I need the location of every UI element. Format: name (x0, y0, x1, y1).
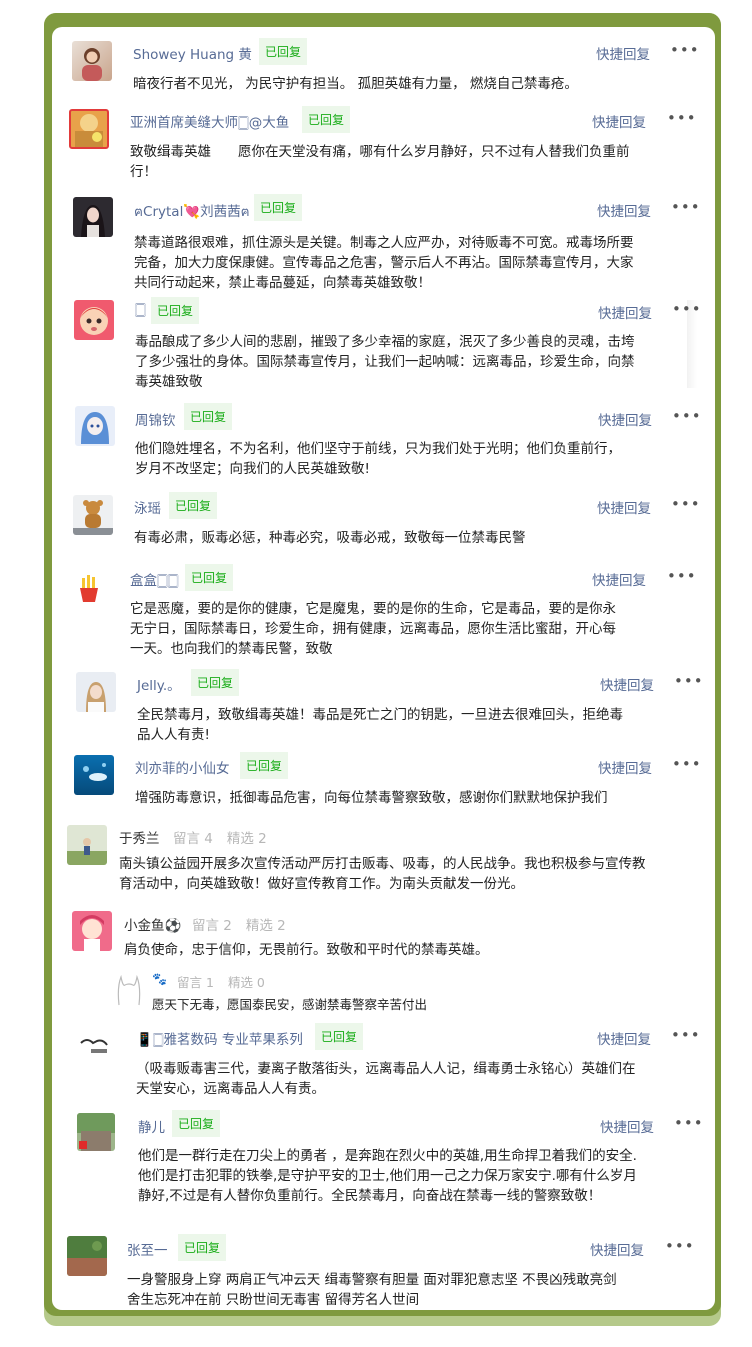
avatar[interactable] (69, 109, 109, 149)
comment-count: 留言 1 (177, 975, 214, 990)
commenter-name[interactable]: 📱🀆雅茗数码 专业苹果系列 (136, 1028, 303, 1048)
commenter-name[interactable]: 亚洲首席美缝大师🀆@大鱼 (130, 111, 289, 131)
commenter-name[interactable]: 周锦钦 (135, 409, 176, 429)
comment-text: 他们是一群行走在刀尖上的勇者 ，是奔跑在烈火中的英雄,用生命捍卫着我们的安全.他… (138, 1148, 637, 1204)
more-icon[interactable]: ••• (674, 1114, 704, 1132)
replied-badge: 已回复 (315, 1023, 364, 1050)
avatar[interactable] (72, 41, 112, 81)
replied-badge: 已回复 (151, 297, 200, 324)
avatar[interactable] (73, 197, 113, 237)
commenter-name[interactable]: 泳瑶 (134, 497, 161, 517)
comment-text: 禁毒道路很艰难，抓住源头是关键。制毒之人应严办，对待贩毒不可宽。戒毒场所要完备，… (134, 235, 634, 291)
comment-text: 毒品酿成了多少人间的悲剧，摧毁了多少幸福的家庭，泯灭了多少善良的灵魂，击垮了多少… (135, 334, 635, 390)
replied-badge: 已回复 (302, 106, 351, 133)
quick-reply-button[interactable]: 快捷回复 (592, 569, 646, 589)
more-icon[interactable]: ••• (671, 495, 701, 513)
commenter-name[interactable]: ฅCrytal💘刘茜茜ฅ (134, 200, 250, 222)
quick-reply-button[interactable]: 快捷回复 (598, 302, 652, 322)
avatar[interactable] (75, 406, 115, 446)
user-stats: 留言 2 精选 2 (192, 914, 286, 934)
quick-reply-button[interactable]: 快捷回复 (597, 200, 651, 220)
commenter-name[interactable]: 张至一 (127, 1239, 168, 1259)
replied-badge: 已回复 (172, 1110, 221, 1137)
avatar[interactable] (76, 672, 116, 712)
comment-text: （吸毒贩毒害三代，妻离子散落街头，远离毒品人人记，缉毒勇士永铭心）英雄们在天堂安… (136, 1061, 636, 1097)
replied-badge: 已回复 (185, 564, 234, 591)
more-icon[interactable]: ••• (672, 300, 702, 318)
more-icon[interactable]: ••• (667, 109, 697, 127)
more-icon[interactable]: ••• (671, 1026, 701, 1044)
more-icon[interactable]: ••• (665, 1237, 695, 1255)
user-stats: 留言 4 精选 2 (173, 827, 267, 847)
comment-text: 南头镇公益园开展多次宣传活动严厉打击贩毒、吸毒，的人民战争。我也积极参与宣传教育… (119, 856, 646, 892)
avatar[interactable] (111, 971, 147, 1007)
avatar[interactable] (67, 1236, 107, 1276)
quick-reply-button[interactable]: 快捷回复 (598, 757, 652, 777)
avatar[interactable] (74, 755, 114, 795)
comment-text: 暗夜行者不见光， 为民守护有担当。 孤胆英雄有力量， 燃烧自己禁毒疮。 (133, 76, 578, 92)
quick-reply-button[interactable]: 快捷回复 (590, 1239, 644, 1259)
comment-text: 一身警服身上穿 两肩正气冲云天 缉毒警察有胆量 面对罪犯意志坚 不畏凶残敢亮剑 … (127, 1272, 617, 1308)
quick-reply-button[interactable]: 快捷回复 (600, 674, 654, 694)
more-icon[interactable]: ••• (672, 755, 702, 773)
comment-text: 愿天下无毒，愿国泰民安，感谢禁毒警察辛苦付出 (152, 997, 428, 1012)
user-name[interactable]: 小金鱼⚽ (124, 914, 181, 934)
user-name[interactable]: 🐾 (152, 972, 167, 986)
user-name[interactable]: 于秀兰 (119, 827, 160, 847)
commenter-name[interactable]: Jelly.。 (137, 674, 181, 694)
replied-badge: 已回复 (169, 492, 218, 519)
avatar[interactable] (77, 1113, 115, 1151)
avatar[interactable] (73, 495, 113, 535)
avatar[interactable] (69, 566, 109, 606)
comment-count: 留言 2 (192, 918, 232, 934)
quick-reply-button[interactable]: 快捷回复 (592, 111, 646, 131)
avatar[interactable] (75, 1027, 115, 1067)
comment-text: 全民禁毒月，致敬缉毒英雄！毒品是死亡之门的钥匙，一旦进去很难回头，拒绝毒品人人有… (137, 707, 623, 743)
featured-count: 精选 0 (227, 975, 265, 990)
quick-reply-button[interactable]: 快捷回复 (596, 43, 650, 63)
commenter-name[interactable]: 🀆 (135, 302, 146, 318)
user-stats: 留言 1 精选 0 (177, 972, 265, 991)
replied-badge: 已回复 (184, 403, 233, 430)
comment-text: 肩负使命，忠于信仰，无畏前行。致敬和平时代的禁毒英雄。 (124, 942, 489, 958)
commenter-name[interactable]: 盒盒🀆🀆 (130, 569, 178, 589)
quick-reply-button[interactable]: 快捷回复 (597, 1028, 651, 1048)
avatar[interactable] (74, 300, 114, 340)
more-icon[interactable]: ••• (667, 567, 697, 585)
replied-badge: 已回复 (259, 38, 308, 65)
more-icon[interactable]: ••• (670, 41, 700, 59)
avatar[interactable] (67, 825, 107, 865)
featured-count: 精选 2 (245, 918, 286, 934)
commenter-name[interactable]: 刘亦菲的小仙女 (135, 757, 230, 777)
commenter-name[interactable]: 静儿 (138, 1116, 165, 1136)
quick-reply-button[interactable]: 快捷回复 (598, 409, 652, 429)
comment-text: 他们隐姓埋名，不为名利，他们坚守于前线，只为我们处于光明；他们负重前行，岁月不改… (135, 441, 621, 477)
commenter-name[interactable]: Showey Huang 黄 (133, 43, 252, 63)
featured-count: 精选 2 (226, 831, 267, 847)
replied-badge: 已回复 (191, 669, 240, 696)
more-icon[interactable]: ••• (674, 672, 704, 690)
more-icon[interactable]: ••• (672, 407, 702, 425)
quick-reply-button[interactable]: 快捷回复 (597, 497, 651, 517)
avatar[interactable] (72, 911, 112, 951)
more-icon[interactable]: ••• (671, 198, 701, 216)
comment-text: 增强防毒意识，抵御毒品危害，向每位禁毒警察致敬，感谢你们默默地保护我们 (135, 790, 608, 806)
comment-count: 留言 4 (173, 831, 213, 847)
replied-badge: 已回复 (240, 752, 289, 779)
comment-text: 有毒必肃，贩毒必惩，种毒必究，吸毒必戒，致敬每一位禁毒民警 (134, 530, 526, 546)
comment-text: 致敬缉毒英雄 愿你在天堂没有痛，哪有什么岁月静好，只不过有人替我们负重前行！ (130, 144, 630, 180)
quick-reply-button[interactable]: 快捷回复 (600, 1116, 654, 1136)
comment-text: 它是恶魔，要的是你的健康，它是魔鬼，要的是你的生命，它是毒品，要的是你永无宁日，… (130, 601, 616, 657)
replied-badge: 已回复 (178, 1234, 227, 1261)
replied-badge: 已回复 (254, 194, 303, 221)
